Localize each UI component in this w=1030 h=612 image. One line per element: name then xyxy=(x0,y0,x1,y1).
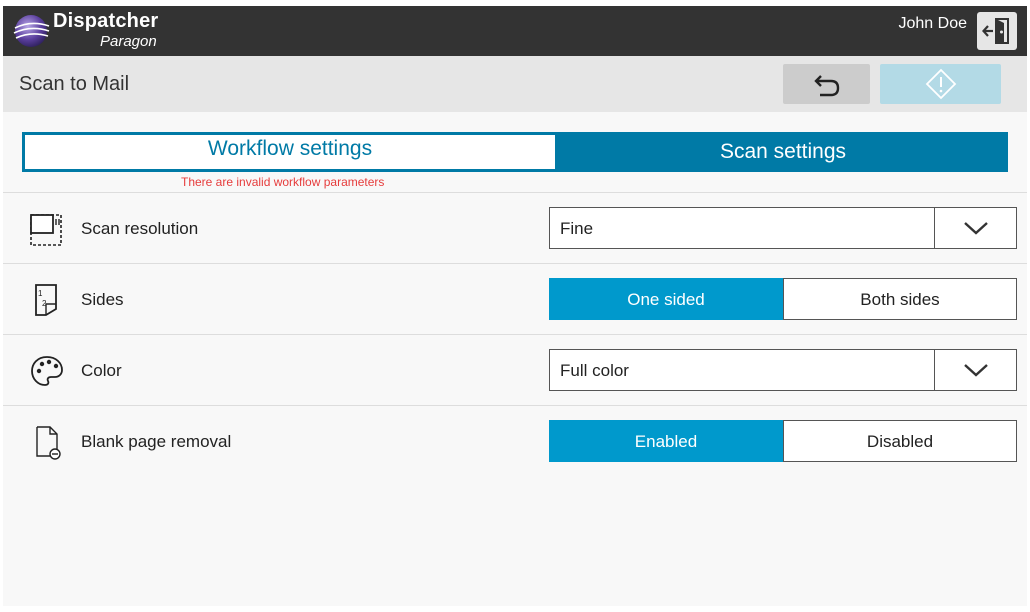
blank-page-removal-label: Blank page removal xyxy=(81,432,232,451)
dispatcher-logo-icon xyxy=(13,15,50,47)
settings-tabs: Workflow settings Scan settings xyxy=(22,132,1008,172)
back-button[interactable] xyxy=(783,64,870,104)
svg-text:1: 1 xyxy=(38,289,43,298)
logout-button[interactable] xyxy=(977,12,1017,50)
blank-page-option-enabled[interactable]: Enabled xyxy=(549,420,783,462)
blank-page-removal-toggle: Enabled Disabled xyxy=(549,420,1017,462)
workflow-error-message: There are invalid workflow parameters xyxy=(181,175,385,189)
color-value: Full color xyxy=(560,361,629,380)
setting-row-blank-page-removal: Blank page removal Enabled Disabled xyxy=(3,405,1027,476)
page-title: Scan to Mail xyxy=(19,73,130,95)
logout-icon xyxy=(982,18,1009,44)
tab-scan-settings[interactable]: Scan settings xyxy=(558,132,1008,172)
app-frame: Dispatcher Paragon John Doe Scan to Mail xyxy=(3,6,1027,606)
user-name: John Doe xyxy=(898,15,968,32)
sides-label: Sides xyxy=(81,290,124,309)
setting-row-color: Color Full color xyxy=(3,334,1027,405)
scan-resolution-dropdown-button[interactable] xyxy=(934,208,1016,248)
sides-option-one-sided[interactable]: One sided xyxy=(549,278,783,320)
sides-option-both-sides[interactable]: Both sides xyxy=(783,278,1017,320)
page-sides-icon: 1 2 xyxy=(35,284,57,316)
scan-resolution-icon xyxy=(30,214,62,246)
start-diamond-icon xyxy=(925,68,956,100)
start-button[interactable] xyxy=(880,64,1001,104)
brand-subtitle: Paragon xyxy=(100,33,157,50)
blank-page-option-disabled[interactable]: Disabled xyxy=(783,420,1017,462)
scan-resolution-value: Fine xyxy=(560,219,594,238)
top-bar: Dispatcher Paragon John Doe xyxy=(3,6,1027,56)
setting-row-scan-resolution: Scan resolution Fine xyxy=(3,192,1027,263)
tab-workflow-settings[interactable]: Workflow settings xyxy=(22,132,558,172)
chevron-down-icon xyxy=(963,364,988,377)
svg-text:2: 2 xyxy=(42,299,47,308)
scan-resolution-label: Scan resolution xyxy=(81,219,199,238)
scan-resolution-select[interactable]: Fine xyxy=(549,207,1017,249)
color-select[interactable]: Full color xyxy=(549,349,1017,391)
color-label: Color xyxy=(81,361,122,380)
setting-row-sides: 1 2 Sides One sided Both sides xyxy=(3,263,1027,334)
brand-name: Dispatcher xyxy=(53,10,159,32)
undo-arrow-icon xyxy=(813,75,839,97)
chevron-down-icon xyxy=(963,222,988,235)
title-bar: Scan to Mail xyxy=(3,56,1027,112)
palette-icon xyxy=(31,356,63,386)
blank-page-icon xyxy=(36,426,61,460)
color-dropdown-button[interactable] xyxy=(934,350,1016,390)
sides-toggle: One sided Both sides xyxy=(549,278,1017,320)
